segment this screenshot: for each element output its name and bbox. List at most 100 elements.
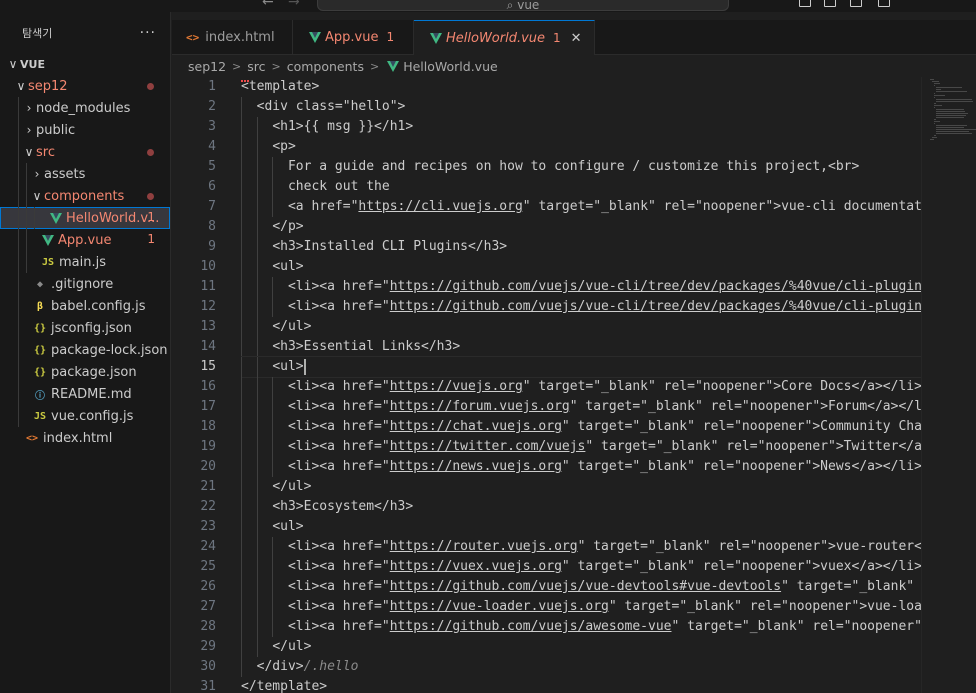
code-line[interactable]: <p> bbox=[241, 137, 921, 157]
code-text: <template> bbox=[241, 79, 320, 94]
code-line[interactable]: </template> bbox=[241, 677, 921, 693]
breadcrumb-item[interactable]: HelloWorld.vue bbox=[403, 59, 498, 74]
code-link[interactable]: https://chat.vuejs.org bbox=[390, 419, 562, 434]
code-line[interactable]: <li><a href="https://github.com/vuejs/vu… bbox=[241, 297, 921, 317]
toggle-secondary-sidebar-icon[interactable] bbox=[850, 0, 862, 7]
code-line[interactable]: check out the bbox=[241, 177, 921, 197]
code-line[interactable]: <h3>Ecosystem</h3> bbox=[241, 497, 921, 517]
indent-guide bbox=[256, 217, 258, 237]
code-line[interactable]: <ul> bbox=[241, 517, 921, 537]
code-line[interactable]: <li><a href="https://github.com/vuejs/vu… bbox=[241, 277, 921, 297]
tree-item-main-js[interactable]: JS main.js bbox=[0, 251, 170, 273]
tree-item-readme-md[interactable]: ⓘ README.md bbox=[0, 383, 170, 405]
tree-item-vue-config-js[interactable]: JS vue.config.js bbox=[0, 405, 170, 427]
chevron-down-icon[interactable]: ∨ bbox=[14, 79, 28, 93]
code-line[interactable]: <li><a href="https://chat.vuejs.org" tar… bbox=[241, 417, 921, 437]
code-link[interactable]: https://vue-loader.vuejs.org bbox=[390, 599, 609, 614]
code-line[interactable]: <li><a href="https://vue-loader.vuejs.or… bbox=[241, 597, 921, 617]
info-file-icon: ⓘ bbox=[35, 390, 45, 402]
code-line[interactable]: <li><a href="https://twitter.com/vuejs" … bbox=[241, 437, 921, 457]
breadcrumb-item[interactable]: sep12 bbox=[188, 59, 226, 74]
tab-app-vue[interactable]: App.vue 1 bbox=[293, 20, 414, 54]
code-line[interactable]: </ul> bbox=[241, 477, 921, 497]
code-link[interactable]: https://github.com/vuejs/vue-cli/tree/de… bbox=[390, 299, 921, 314]
tree-item-assets[interactable]: › assets bbox=[0, 163, 170, 185]
code-line[interactable]: </p> bbox=[241, 217, 921, 237]
code-line[interactable]: <h1>{{ msg }}</h1> bbox=[241, 117, 921, 137]
code-link[interactable]: https://news.vuejs.org bbox=[390, 459, 562, 474]
tree-item-label: App.vue bbox=[58, 232, 112, 248]
code-text: check out the bbox=[287, 179, 390, 194]
code-link[interactable]: https://cli.vuejs.org bbox=[358, 199, 522, 214]
tree-item-label: jsconfig.json bbox=[51, 320, 132, 336]
tree-item-app-vue[interactable]: App.vue 1 bbox=[0, 229, 170, 251]
tree-item-index-html[interactable]: <> index.html bbox=[0, 427, 170, 449]
code-line[interactable]: <ul> bbox=[241, 257, 921, 277]
code-line[interactable]: </ul> bbox=[241, 317, 921, 337]
indent-guide bbox=[241, 157, 242, 177]
minimap[interactable] bbox=[921, 77, 976, 693]
tab-helloworld-vue[interactable]: HelloWorld.vue 1 ✕ bbox=[414, 20, 595, 55]
code-line[interactable]: <li><a href="https://forum.vuejs.org" ta… bbox=[241, 397, 921, 417]
tab-index-html[interactable]: <> index.html bbox=[172, 20, 293, 54]
code-line[interactable]: <li><a href="https://router.vuejs.org" t… bbox=[241, 537, 921, 557]
code-line[interactable]: </div>/.hello bbox=[241, 657, 921, 677]
chevron-down-icon[interactable]: ∨ bbox=[30, 189, 44, 203]
customize-layout-icon[interactable] bbox=[878, 0, 890, 7]
code-link[interactable]: https://github.com/vuejs/vue-devtools#vu… bbox=[390, 579, 781, 594]
code-line[interactable]: <h3>Installed CLI Plugins</h3> bbox=[241, 237, 921, 257]
code-line[interactable]: <h3>Essential Links</h3> bbox=[241, 337, 921, 357]
code-link[interactable]: https://vuex.vuejs.org bbox=[390, 559, 562, 574]
code-link[interactable]: https://vuejs.org bbox=[390, 379, 523, 394]
code-line[interactable]: </ul> bbox=[241, 637, 921, 657]
more-actions-icon[interactable]: ··· bbox=[140, 25, 156, 41]
code-line[interactable]: <ul> bbox=[241, 356, 921, 378]
command-center-search[interactable]: ⌕ vue bbox=[317, 0, 729, 12]
code-link[interactable]: https://github.com/vuejs/vue-cli/tree/de… bbox=[390, 279, 921, 294]
toggle-sidebar-icon[interactable] bbox=[799, 0, 811, 7]
code-line[interactable]: <a href="https://cli.vuejs.org" target="… bbox=[241, 197, 921, 217]
chevron-right-icon[interactable]: › bbox=[22, 123, 36, 137]
indent-guide bbox=[256, 417, 258, 437]
tree-item-jsconfig-json[interactable]: {} jsconfig.json bbox=[0, 317, 170, 339]
code-link[interactable]: https://twitter.com/vuejs bbox=[390, 439, 586, 454]
code-editor[interactable]: 1 2 3 4 5 6 7 8 9 10 11 12 13 14 15 16 17 18 19 20 21 22 23 24 2… bbox=[172, 77, 976, 693]
tree-item-sep12[interactable]: ∨ sep12 bbox=[0, 75, 170, 97]
indent-guide bbox=[241, 557, 242, 577]
code-text: " target="_blank" rel="noopener">vue-rou… bbox=[577, 539, 921, 554]
code-line[interactable]: <li><a href="https://github.com/vuejs/aw… bbox=[241, 617, 921, 637]
code-line[interactable]: <li><a href="https://vuex.vuejs.org" tar… bbox=[241, 557, 921, 577]
forward-arrow-icon[interactable]: → bbox=[288, 0, 300, 10]
line-number: 29 bbox=[200, 639, 216, 654]
tree-item-src[interactable]: ∨ src bbox=[0, 141, 170, 163]
tree-item-components[interactable]: ∨ components bbox=[0, 185, 170, 207]
tree-item-babel-config-js[interactable]: β babel.config.js bbox=[0, 295, 170, 317]
code-line[interactable]: <li><a href="https://news.vuejs.org" tar… bbox=[241, 457, 921, 477]
chevron-right-icon[interactable]: › bbox=[30, 167, 44, 181]
breadcrumb-item[interactable]: components bbox=[287, 59, 364, 74]
tree-item-helloworld-v[interactable]: HelloWorld.v... 1 bbox=[0, 207, 170, 229]
chevron-down-icon[interactable]: ∨ bbox=[6, 57, 20, 71]
breadcrumb-item[interactable]: src bbox=[247, 59, 265, 74]
code-line[interactable]: <li><a href="https://vuejs.org" target="… bbox=[241, 377, 921, 397]
code-line[interactable]: <template> bbox=[241, 77, 921, 97]
tree-item-vue[interactable]: ∨ VUE bbox=[0, 53, 170, 75]
chevron-right-icon[interactable]: › bbox=[22, 101, 36, 115]
indent-guide bbox=[256, 557, 258, 577]
toggle-panel-icon[interactable] bbox=[824, 0, 836, 7]
tree-item-node-modules[interactable]: › node_modules bbox=[0, 97, 170, 119]
code-line[interactable]: <li><a href="https://github.com/vuejs/vu… bbox=[241, 577, 921, 597]
code-link[interactable]: https://forum.vuejs.org bbox=[390, 399, 570, 414]
tree-item-gitignore[interactable]: ◆ .gitignore bbox=[0, 273, 170, 295]
code-area[interactable]: <template> <div class="hello"> <h1>{{ msg … bbox=[241, 77, 921, 693]
code-link[interactable]: https://github.com/vuejs/awesome-vue bbox=[390, 619, 672, 634]
tree-item-public[interactable]: › public bbox=[0, 119, 170, 141]
code-link[interactable]: https://router.vuejs.org bbox=[390, 539, 578, 554]
close-icon[interactable]: ✕ bbox=[571, 31, 582, 46]
tree-item-package-json[interactable]: {} package.json bbox=[0, 361, 170, 383]
tree-item-package-lock-json[interactable]: {} package-lock.json bbox=[0, 339, 170, 361]
chevron-down-icon[interactable]: ∨ bbox=[22, 145, 36, 159]
back-arrow-icon[interactable]: ← bbox=[262, 0, 274, 10]
code-line[interactable]: <div class="hello"> bbox=[241, 97, 921, 117]
code-line[interactable]: For a guide and recipes on how to config… bbox=[241, 157, 921, 177]
